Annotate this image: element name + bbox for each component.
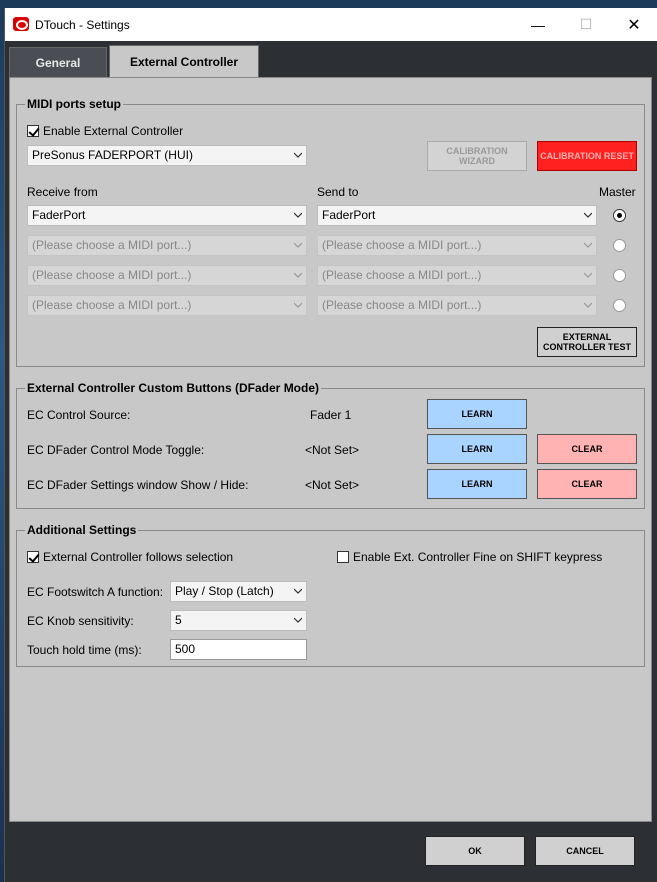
knob-sensitivity-label: EC Knob sensitivity:: [27, 614, 134, 628]
send-port-select-2[interactable]: (Please choose a MIDI port...): [317, 235, 597, 256]
learn-button-settings-window[interactable]: LEARN: [427, 469, 527, 499]
learn-button-control-source[interactable]: LEARN: [427, 399, 527, 429]
chevron-down-icon: [294, 241, 302, 249]
ec-mode-toggle-label: EC DFader Control Mode Toggle:: [27, 443, 205, 457]
ec-settings-window-value: <Not Set>: [305, 478, 360, 492]
app-logo-icon: [13, 17, 29, 31]
settings-window: DTouch - Settings — ☐ ✕ General External…: [4, 8, 657, 882]
fine-shift-checkbox[interactable]: [337, 551, 349, 563]
ok-button[interactable]: OK: [425, 836, 525, 866]
fine-shift-label: Enable Ext. Controller Fine on SHIFT key…: [353, 550, 603, 564]
master-header: Master: [599, 185, 636, 199]
window-title: DTouch - Settings: [35, 18, 130, 32]
group-title: MIDI ports setup: [25, 97, 124, 111]
chevron-down-icon: [294, 151, 302, 159]
receive-port-value: (Please choose a MIDI port...): [32, 268, 192, 282]
footswitch-value: Play / Stop (Latch): [175, 584, 274, 598]
follows-selection-checkbox[interactable]: [27, 551, 39, 563]
midi-ports-group: MIDI ports setup Enable External Control…: [16, 97, 645, 367]
send-port-value: (Please choose a MIDI port...): [322, 298, 482, 312]
receive-from-header: Receive from: [27, 185, 98, 199]
enable-controller-label: Enable External Controller: [43, 124, 184, 138]
chevron-down-icon: [584, 211, 592, 219]
footswitch-select[interactable]: Play / Stop (Latch): [170, 581, 307, 602]
additional-settings-group: Additional Settings External Controller …: [16, 523, 645, 667]
receive-port-select-3[interactable]: (Please choose a MIDI port...): [27, 265, 307, 286]
send-port-select-1[interactable]: FaderPort: [317, 205, 597, 226]
send-to-header: Send to: [317, 185, 359, 199]
chevron-down-icon: [294, 211, 302, 219]
group-title: External Controller Custom Buttons (DFad…: [25, 381, 322, 395]
master-radio-3[interactable]: [613, 269, 626, 282]
chevron-down-icon: [294, 616, 302, 624]
controller-select-value: PreSonus FADERPORT (HUI): [32, 148, 193, 162]
send-port-value: (Please choose a MIDI port...): [322, 238, 482, 252]
calibration-wizard-button[interactable]: CALIBRATION WIZARD: [427, 141, 527, 171]
custom-buttons-group: External Controller Custom Buttons (DFad…: [16, 381, 645, 509]
knob-sensitivity-value: 5: [175, 613, 182, 627]
receive-port-value: (Please choose a MIDI port...): [32, 298, 192, 312]
chevron-down-icon: [584, 271, 592, 279]
chevron-down-icon: [584, 241, 592, 249]
clear-button-mode-toggle[interactable]: CLEAR: [537, 434, 637, 464]
send-port-value: FaderPort: [322, 208, 376, 222]
receive-port-select-1[interactable]: FaderPort: [27, 205, 307, 226]
send-port-select-3[interactable]: (Please choose a MIDI port...): [317, 265, 597, 286]
send-port-value: (Please choose a MIDI port...): [322, 268, 482, 282]
minimize-button[interactable]: —: [515, 8, 561, 41]
touch-hold-input[interactable]: 500: [170, 639, 307, 660]
chevron-down-icon: [294, 271, 302, 279]
footswitch-label: EC Footswitch A function:: [27, 585, 164, 599]
ec-settings-window-label: EC DFader Settings window Show / Hide:: [27, 478, 249, 492]
receive-port-value: (Please choose a MIDI port...): [32, 238, 192, 252]
receive-port-select-4[interactable]: (Please choose a MIDI port...): [27, 295, 307, 316]
master-radio-1[interactable]: [613, 209, 626, 222]
chevron-down-icon: [294, 587, 302, 595]
ec-control-source-label: EC Control Source:: [27, 408, 131, 422]
follows-selection-label: External Controller follows selection: [43, 550, 234, 564]
calibration-reset-button[interactable]: CALIBRATION RESET: [537, 141, 637, 171]
title-bar[interactable]: DTouch - Settings — ☐ ✕: [5, 8, 657, 41]
enable-controller-checkbox[interactable]: [27, 125, 39, 137]
cancel-button[interactable]: CANCEL: [535, 836, 635, 866]
maximize-button[interactable]: ☐: [563, 8, 609, 41]
receive-port-value: FaderPort: [32, 208, 86, 222]
chevron-down-icon: [294, 301, 302, 309]
ec-control-source-value: Fader 1: [310, 408, 352, 422]
touch-hold-label: Touch hold time (ms):: [27, 643, 142, 657]
chevron-down-icon: [584, 301, 592, 309]
close-button[interactable]: ✕: [611, 8, 657, 41]
knob-sensitivity-select[interactable]: 5: [170, 610, 307, 631]
receive-port-select-2[interactable]: (Please choose a MIDI port...): [27, 235, 307, 256]
controller-select[interactable]: PreSonus FADERPORT (HUI): [27, 145, 307, 166]
clear-button-settings-window[interactable]: CLEAR: [537, 469, 637, 499]
tab-content: MIDI ports setup Enable External Control…: [9, 77, 652, 822]
send-port-select-4[interactable]: (Please choose a MIDI port...): [317, 295, 597, 316]
group-title: Additional Settings: [25, 523, 139, 537]
external-controller-test-button[interactable]: EXTERNAL CONTROLLER TEST: [537, 327, 637, 357]
tab-external-controller[interactable]: External Controller: [109, 45, 259, 77]
master-radio-4[interactable]: [613, 299, 626, 312]
learn-button-mode-toggle[interactable]: LEARN: [427, 434, 527, 464]
tab-general[interactable]: General: [9, 47, 107, 77]
master-radio-2[interactable]: [613, 239, 626, 252]
ec-mode-toggle-value: <Not Set>: [305, 443, 360, 457]
